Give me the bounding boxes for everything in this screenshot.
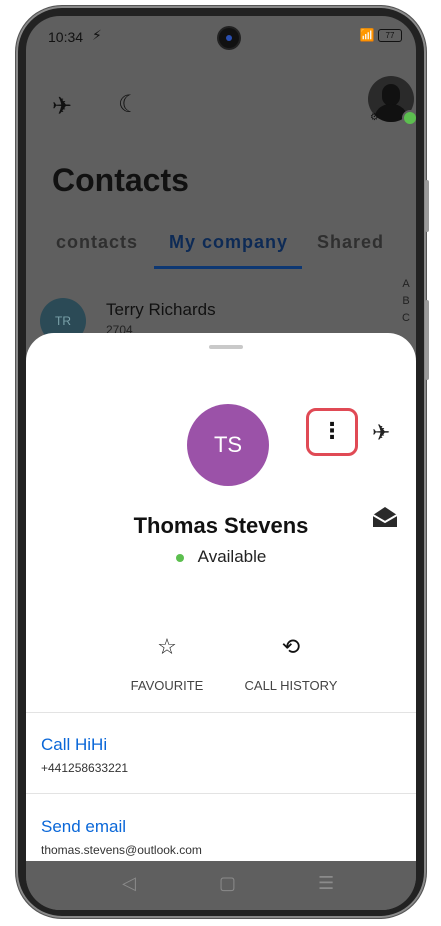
recents-icon[interactable]: ☰ [318,873,334,894]
sheet-handle[interactable] [209,345,243,349]
email-address: thomas.stevens@outlook.com [41,843,202,857]
hihi-status-icon: ⚡ [92,27,102,43]
power-button [425,300,429,380]
call-history-label: CALL HISTORY [244,678,338,693]
status-bar: 10:34 ⚡ 📶 77 [26,16,416,56]
navigation-bar: ◁ ▢ ☰ [26,861,416,910]
hihi-call-icon[interactable]: ✈ [372,420,390,446]
page-title: Contacts [52,162,189,198]
email-icon[interactable] [371,505,399,529]
presence-label: Available [197,547,267,566]
tab-contacts[interactable]: contacts [56,232,138,253]
more-vertical-icon: ⋮ [321,418,343,443]
index-letter[interactable]: B [402,293,410,310]
star-icon: ☆ [157,634,177,659]
call-hihi-link[interactable]: Call HiHi [41,735,107,755]
front-camera [219,28,239,48]
contact-bottom-sheet: TS Thomas Stevens Available ☆ FAVOURITE … [26,333,416,861]
favourite-label: FAVOURITE [130,678,204,693]
contact-full-name: Thomas Stevens [133,513,309,538]
call-phone-number: +441258633221 [41,761,129,775]
battery-icon: 77 [378,29,402,43]
back-icon[interactable]: ◁ [122,873,136,894]
send-email-link[interactable]: Send email [41,817,126,837]
contact-avatar-large: TS [187,404,269,486]
tab-underline [154,266,302,269]
more-options-button[interactable]: ⋮ [306,408,358,456]
favourite-button[interactable]: ☆ FAVOURITE [122,634,212,693]
history-icon: ⟲ [281,634,301,659]
contact-name[interactable]: Terry Richards [106,300,216,320]
dark-mode-icon[interactable]: ☾ [118,90,140,119]
divider [26,793,416,794]
home-icon[interactable]: ▢ [219,873,236,894]
volume-button [425,180,429,232]
presence-status: Available [26,547,416,567]
online-status-dot [402,110,416,126]
status-time: 10:34 [48,29,84,45]
hihi-logo-icon[interactable]: ✈ [52,92,72,121]
alphabet-index[interactable]: A B C [402,276,410,327]
divider [26,712,416,713]
settings-badge-icon: ⚙ [370,112,379,123]
index-letter[interactable]: C [402,310,410,327]
tab-shared[interactable]: Shared [317,232,384,253]
index-letter[interactable]: A [402,276,410,293]
tab-my-company[interactable]: My company [169,232,288,253]
call-history-button[interactable]: ⟲ CALL HISTORY [236,634,346,693]
presence-dot [175,553,184,562]
wifi-icon: 📶 [359,28,375,42]
system-icons: 📶 77 [359,28,402,43]
screen: 10:34 ⚡ 📶 77 ✈ ☾ ⚙ Contacts contacts My … [26,16,416,910]
